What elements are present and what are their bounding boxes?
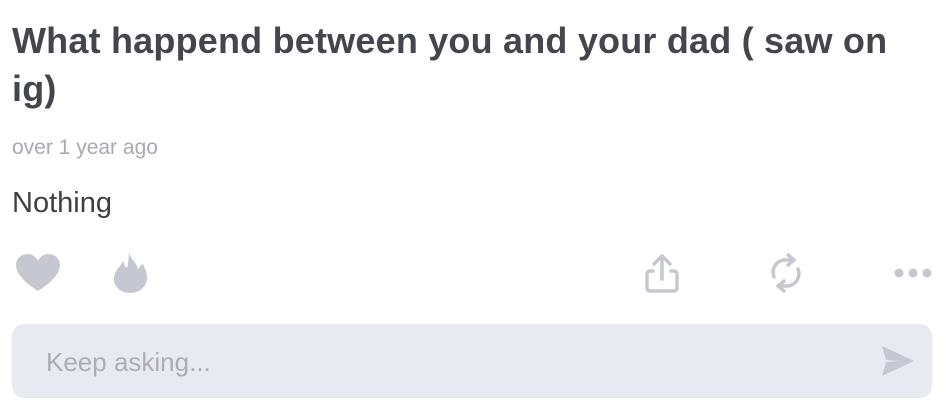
fire-icon [114,253,147,293]
more-button[interactable] [892,262,934,284]
heart-icon [16,254,60,291]
share-button[interactable] [642,251,682,295]
timestamp: over 1 year ago [12,136,158,159]
repost-icon [771,253,801,293]
send-button[interactable] [878,341,918,381]
share-icon [645,254,679,293]
like-button[interactable] [14,253,62,293]
reply-box [12,324,932,398]
fire-button[interactable] [110,252,150,294]
more-icon [894,268,932,278]
repost-button[interactable] [764,252,808,294]
answer-text: Nothing [12,187,112,219]
send-icon [882,346,914,376]
reply-input[interactable] [44,342,848,382]
question-title: What happend between you and your dad ( … [12,20,888,109]
